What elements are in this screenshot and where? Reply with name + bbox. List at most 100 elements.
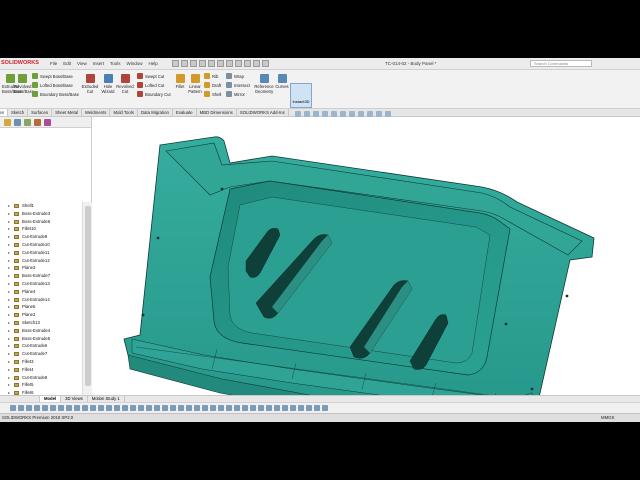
tool-icon-38[interactable] [306,405,312,411]
expand-arrow-icon[interactable]: ▸ [8,249,10,257]
tree-item[interactable]: ▸ Plane2 [0,311,92,319]
tool-icon-12[interactable] [98,405,104,411]
boundary-boss-button[interactable]: Boundary Boss/Base [32,91,79,97]
tree-item[interactable]: ▸ Boss-Extrude7 [0,272,92,280]
tool-icon-28[interactable] [226,405,232,411]
tool-icon-18[interactable] [146,405,152,411]
tree-item[interactable]: ▸ Cut-Extrude7 [0,350,92,358]
tool-icon-1[interactable] [10,405,16,411]
tree-item[interactable]: ▸ Shell1 [0,202,92,210]
tool-icon-35[interactable] [282,405,288,411]
tab-surfaces[interactable]: Surfaces [28,109,53,116]
expand-arrow-icon[interactable]: ▸ [8,374,10,382]
curves-button[interactable]: Curves [275,74,289,89]
tree-item[interactable]: ▸ Cut-Extrude8 [0,374,92,382]
reference-geometry-button[interactable]: Reference Geometry [253,74,275,94]
tree-item[interactable]: ▸ Cut-Extrude9 [0,233,92,241]
dimxpert-manager-icon[interactable] [34,119,41,126]
apply-scene-icon[interactable] [376,111,382,117]
tool-icon-40[interactable] [322,405,328,411]
mirror-button[interactable]: Mirror [226,91,245,97]
revolved-cut-button[interactable]: Revolved Cut [116,74,134,94]
tree-item[interactable]: ▸ Boss-Extrude3 [0,210,92,218]
graphics-area[interactable] [92,111,640,422]
expand-arrow-icon[interactable]: ▸ [8,241,10,249]
tool-icon-27[interactable] [218,405,224,411]
menu-window[interactable]: Window [127,61,143,66]
select-icon[interactable] [235,60,242,67]
expand-arrow-icon[interactable]: ▸ [8,366,10,374]
tool-icon-6[interactable] [50,405,56,411]
linear-pattern-button[interactable]: Linear Pattern [187,74,203,94]
zoom-to-area-icon[interactable] [304,111,310,117]
tool-icon-30[interactable] [242,405,248,411]
tool-icon-7[interactable] [58,405,64,411]
swept-cut-button[interactable]: Swept Cut [137,73,164,79]
tool-icon-19[interactable] [154,405,160,411]
home-icon[interactable] [172,60,179,67]
tab-mold-tools[interactable]: Mold Tools [110,109,138,116]
expand-arrow-icon[interactable]: ▸ [8,233,10,241]
intersect-button[interactable]: Intersect [226,82,250,88]
tree-item[interactable]: ▸ Boss-Extrude5 [0,335,92,343]
tool-icon-3[interactable] [26,405,32,411]
expand-arrow-icon[interactable]: ▸ [8,342,10,350]
tool-icon-20[interactable] [162,405,168,411]
mount-hole-3[interactable] [504,322,508,326]
redo-icon[interactable] [226,60,233,67]
tree-item[interactable]: ▸ Cut-Extrude14 [0,296,92,304]
tree-item[interactable]: ▸ Plane4 [0,288,92,296]
new-document-icon[interactable] [181,60,188,67]
boundary-cut-button[interactable]: Boundary Cut [137,91,171,97]
edit-appearance-icon[interactable] [367,111,373,117]
mount-hole-4[interactable] [141,313,145,317]
tool-icon-8[interactable] [66,405,72,411]
expand-arrow-icon[interactable]: ▸ [8,288,10,296]
menu-help[interactable]: Help [149,61,158,66]
open-icon[interactable] [190,60,197,67]
configuration-manager-icon[interactable] [24,119,31,126]
tab-features[interactable]: Features [0,109,8,116]
menu-insert[interactable]: Insert [93,61,104,66]
menu-tools[interactable]: Tools [110,61,121,66]
tool-icon-21[interactable] [170,405,176,411]
expand-arrow-icon[interactable]: ▸ [8,264,10,272]
hide-show-items-icon[interactable] [358,111,364,117]
tool-icon-29[interactable] [234,405,240,411]
mount-hole-1[interactable] [156,236,160,240]
hole-wizard-button[interactable]: Hole Wizard [100,74,116,94]
tab-mbd-dimensions[interactable]: MBD Dimensions [197,109,237,116]
tree-item[interactable]: ▸ Fillet5 [0,381,92,389]
expand-arrow-icon[interactable]: ▸ [8,280,10,288]
tree-item[interactable]: ▸ Cut-Extrude10 [0,241,92,249]
mount-hole-6[interactable] [220,187,224,191]
tree-item[interactable]: ▸ Boss-Extrude4 [0,327,92,335]
tool-icon-17[interactable] [138,405,144,411]
property-manager-icon[interactable] [14,119,21,126]
tree-item[interactable]: ▸ Boss-Extrude6 [0,218,92,226]
tool-icon-9[interactable] [74,405,80,411]
tree-item[interactable]: ▸ Cut-Extrude11 [0,249,92,257]
tool-icon-37[interactable] [298,405,304,411]
tree-item[interactable]: ▸ Plane5 [0,303,92,311]
options-icon[interactable] [262,60,269,67]
tool-icon-33[interactable] [266,405,272,411]
view-orientation-icon[interactable] [340,111,346,117]
expand-arrow-icon[interactable]: ▸ [8,210,10,218]
tree-item[interactable]: ▸ Fillet4 [0,366,92,374]
expand-arrow-icon[interactable]: ▸ [8,319,10,327]
tool-icon-31[interactable] [250,405,256,411]
expand-arrow-icon[interactable]: ▸ [8,272,10,280]
tool-icon-23[interactable] [186,405,192,411]
expand-arrow-icon[interactable]: ▸ [8,350,10,358]
expand-arrow-icon[interactable]: ▸ [8,311,10,319]
tab-solidworks-add-ins[interactable]: SOLIDWORKS Add-Ins [237,109,289,116]
instant3d-button[interactable]: Instant3D [290,83,312,108]
tool-icon-5[interactable] [42,405,48,411]
status-units[interactable]: MMGS [601,414,614,422]
shell-button[interactable]: Shell [204,91,221,97]
tab-evaluate[interactable]: Evaluate [173,109,197,116]
view-settings-icon[interactable] [385,111,391,117]
tree-scrollbar-thumb[interactable] [85,206,91,386]
previous-view-icon[interactable] [313,111,319,117]
